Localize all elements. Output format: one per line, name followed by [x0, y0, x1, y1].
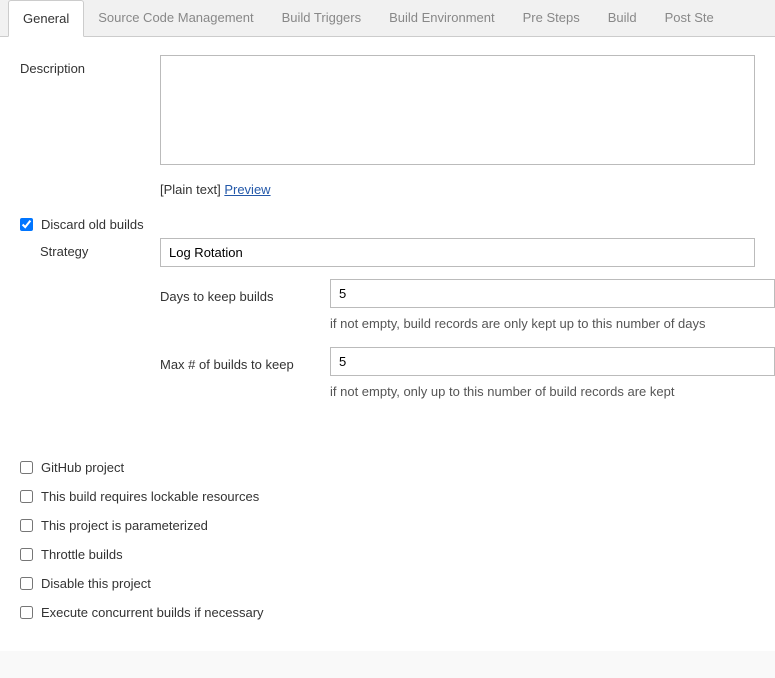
throttle-builds-label: Throttle builds — [41, 547, 123, 562]
preview-link[interactable]: Preview — [224, 182, 270, 197]
max-builds-input[interactable] — [330, 347, 775, 376]
tab-build-triggers[interactable]: Build Triggers — [268, 0, 375, 36]
description-label: Description — [20, 55, 160, 76]
days-to-keep-label: Days to keep builds — [160, 283, 330, 304]
days-to-keep-row: Days to keep builds — [160, 279, 775, 308]
concurrent-builds-label: Execute concurrent builds if necessary — [41, 605, 264, 620]
days-to-keep-input[interactable] — [330, 279, 775, 308]
tab-post-steps[interactable]: Post Ste — [651, 0, 728, 36]
lockable-resources-label: This build requires lockable resources — [41, 489, 259, 504]
strategy-label: Strategy — [20, 238, 160, 259]
disable-project-row: Disable this project — [0, 569, 775, 598]
days-to-keep-help: if not empty, build records are only kep… — [330, 312, 775, 347]
concurrent-builds-row: Execute concurrent builds if necessary — [0, 598, 775, 627]
discard-old-builds-row: Discard old builds — [0, 211, 775, 238]
tab-pre-steps[interactable]: Pre Steps — [509, 0, 594, 36]
max-builds-help: if not empty, only up to this number of … — [330, 380, 775, 415]
tab-general[interactable]: General — [8, 0, 84, 37]
strategy-select[interactable]: Log Rotation — [160, 238, 755, 267]
lockable-resources-checkbox[interactable] — [20, 490, 33, 503]
github-project-checkbox[interactable] — [20, 461, 33, 474]
tab-build[interactable]: Build — [594, 0, 651, 36]
parameterized-label: This project is parameterized — [41, 518, 208, 533]
discard-old-builds-label: Discard old builds — [41, 217, 144, 232]
max-builds-row: Max # of builds to keep — [160, 347, 775, 376]
github-project-label: GitHub project — [41, 460, 124, 475]
disable-project-label: Disable this project — [41, 576, 151, 591]
parameterized-checkbox[interactable] — [20, 519, 33, 532]
tab-build-environment[interactable]: Build Environment — [375, 0, 509, 36]
throttle-builds-checkbox[interactable] — [20, 548, 33, 561]
options-list: GitHub project This build requires locka… — [0, 453, 775, 627]
lockable-resources-row: This build requires lockable resources — [0, 482, 775, 511]
concurrent-builds-checkbox[interactable] — [20, 606, 33, 619]
config-tabs: General Source Code Management Build Tri… — [0, 0, 775, 37]
general-panel: Description [Plain text] Preview Discard… — [0, 37, 775, 651]
discard-section: Strategy Log Rotation Days to keep build… — [0, 238, 775, 425]
max-builds-label: Max # of builds to keep — [160, 351, 330, 372]
disable-project-checkbox[interactable] — [20, 577, 33, 590]
tab-scm[interactable]: Source Code Management — [84, 0, 267, 36]
parameterized-row: This project is parameterized — [0, 511, 775, 540]
description-input[interactable] — [160, 55, 755, 165]
discard-old-builds-checkbox[interactable] — [20, 218, 33, 231]
description-row: Description — [0, 55, 775, 168]
throttle-builds-row: Throttle builds — [0, 540, 775, 569]
description-hint: [Plain text] Preview — [160, 180, 775, 211]
plain-text-label: [Plain text] — [160, 182, 221, 197]
github-project-row: GitHub project — [0, 453, 775, 482]
